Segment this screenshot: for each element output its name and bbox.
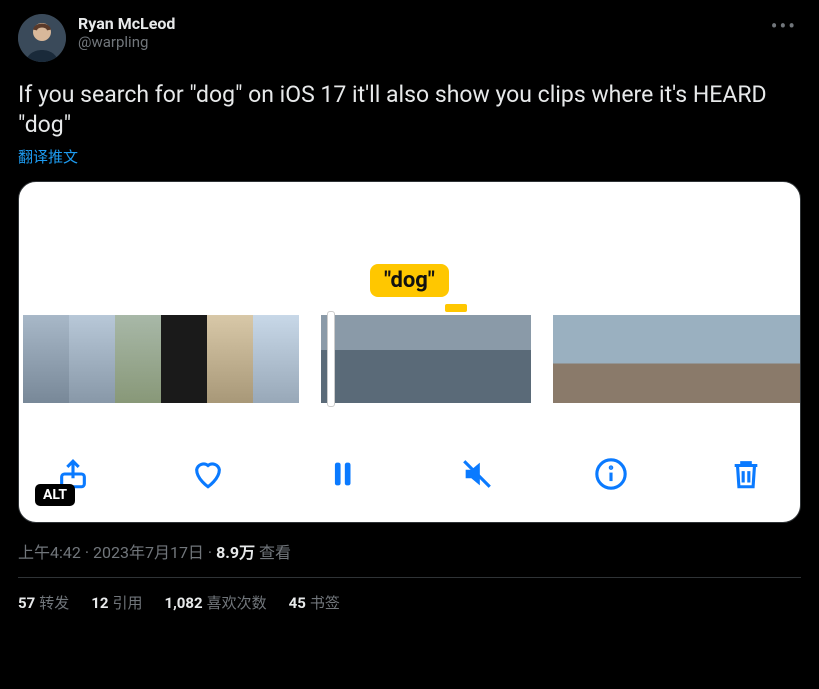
heart-icon[interactable] bbox=[188, 454, 228, 494]
search-highlight-badge: "dog" bbox=[370, 264, 449, 297]
alt-badge[interactable]: ALT bbox=[35, 484, 75, 506]
views-count[interactable]: 8.9万 bbox=[216, 543, 255, 562]
playhead[interactable] bbox=[327, 311, 335, 407]
author-handle[interactable]: @warpling bbox=[78, 33, 755, 51]
trash-icon[interactable] bbox=[726, 454, 766, 494]
tweet-meta: 上午4:42 · 2023年7月17日 · 8.9万 查看 bbox=[18, 539, 801, 563]
tweet-time[interactable]: 上午4:42 bbox=[18, 543, 81, 562]
translate-link[interactable]: 翻译推文 bbox=[18, 146, 801, 167]
media-attachment[interactable]: "dog" bbox=[18, 181, 801, 523]
mute-icon[interactable] bbox=[457, 454, 497, 494]
pause-icon[interactable] bbox=[322, 454, 362, 494]
views-label: 查看 bbox=[259, 543, 291, 562]
tweet-date[interactable]: 2023年7月17日 bbox=[93, 543, 204, 562]
video-scrubber[interactable] bbox=[19, 315, 800, 403]
avatar[interactable] bbox=[18, 14, 66, 62]
tweet-text: If you search for "dog" on iOS 17 it'll … bbox=[18, 80, 801, 140]
retweets-stat[interactable]: 57转发 bbox=[18, 592, 69, 613]
clip-thumbnails[interactable] bbox=[321, 315, 531, 403]
more-icon[interactable]: ••• bbox=[767, 14, 801, 38]
clip-thumbnails[interactable] bbox=[553, 315, 801, 403]
bookmarks-stat[interactable]: 45书签 bbox=[289, 592, 340, 613]
highlight-marker bbox=[445, 304, 467, 312]
likes-stat[interactable]: 1,082喜欢次数 bbox=[164, 592, 266, 613]
info-icon[interactable] bbox=[591, 454, 631, 494]
clip-thumbnails[interactable] bbox=[23, 315, 299, 403]
author-name[interactable]: Ryan McLeod bbox=[78, 14, 755, 33]
quotes-stat[interactable]: 12引用 bbox=[91, 592, 142, 613]
